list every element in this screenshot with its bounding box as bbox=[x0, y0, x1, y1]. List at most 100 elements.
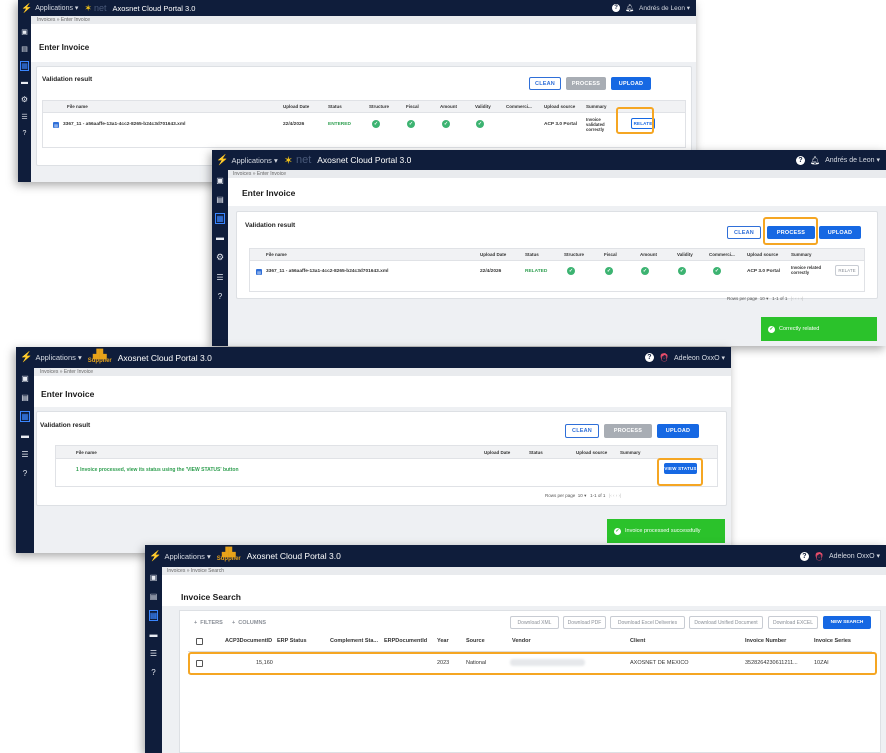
download-pdf-button[interactable]: Download PDF bbox=[563, 616, 606, 629]
row-highlight bbox=[188, 652, 877, 675]
help-circle-icon[interactable]: ? bbox=[218, 292, 222, 301]
download-xml-button[interactable]: Download XML bbox=[510, 616, 559, 629]
col-commercial: Commerci... bbox=[709, 252, 735, 257]
process-button[interactable]: PROCESS bbox=[604, 424, 652, 438]
payments-icon[interactable]: ▬ bbox=[150, 630, 158, 639]
dashboard-icon[interactable]: ▣ bbox=[21, 374, 29, 383]
documents-icon[interactable]: ▤ bbox=[150, 592, 158, 601]
upload-button[interactable]: UPLOAD bbox=[657, 424, 699, 438]
help-icon[interactable]: ? bbox=[799, 551, 809, 561]
cell-file-name[interactable]: 3367_11 - a56aaffe-13a1-4cc2-8265-b24c3d… bbox=[266, 269, 388, 274]
user-menu[interactable]: Andrés de Leon ▾ bbox=[639, 4, 690, 12]
page-title: Enter Invoice bbox=[242, 188, 296, 198]
relate-highlight bbox=[616, 107, 654, 134]
applications-menu[interactable]: Applications ▾ bbox=[35, 353, 81, 362]
columns-toggle[interactable]: + COLUMNS bbox=[232, 620, 266, 626]
user-avatar-icon[interactable]: 🧑︎ bbox=[814, 552, 824, 561]
relate-button-disabled[interactable]: RELATE bbox=[835, 265, 859, 276]
upload-button[interactable]: UPLOAD bbox=[611, 77, 651, 90]
upload-button[interactable]: UPLOAD bbox=[819, 226, 861, 239]
cell-upload-date: 22/4/2026 bbox=[480, 269, 502, 274]
invoices-icon[interactable]: ▦ bbox=[20, 61, 29, 71]
cell-file-name[interactable]: 3367_11 - a56aaffe-13a1-4cc2-8265-b24c3d… bbox=[63, 122, 185, 127]
process-highlight bbox=[763, 217, 818, 245]
col-commercial: Commerci... bbox=[506, 104, 532, 109]
invoices-icon[interactable]: ▦ bbox=[20, 411, 30, 422]
check-circle-icon: ✓ bbox=[614, 527, 621, 535]
user-menu[interactable]: Andrés de Leon ▾ bbox=[825, 156, 880, 164]
help-icon[interactable]: ? bbox=[612, 4, 621, 12]
col-summary: Summary bbox=[791, 252, 812, 257]
commercial-check-icon: ✓ bbox=[713, 267, 721, 275]
structure-check-icon: ✓ bbox=[372, 120, 380, 128]
download-unified-document-button[interactable]: Download Unified Document bbox=[689, 616, 763, 629]
col-structure: Structure bbox=[369, 104, 390, 109]
axosnet-logo: ✶ net bbox=[84, 2, 107, 14]
payments-icon[interactable]: ▬ bbox=[216, 233, 224, 242]
documents-icon[interactable]: ▤ bbox=[21, 45, 28, 53]
col-upload-date: Upload Date bbox=[484, 450, 511, 455]
new-search-button[interactable]: NEW SEARCH bbox=[823, 616, 871, 629]
reports-icon[interactable]: ☰ bbox=[21, 113, 27, 121]
rows-per-page-select[interactable]: 10 bbox=[578, 493, 583, 498]
applications-menu[interactable]: Applications ▾ bbox=[231, 156, 277, 165]
help-icon[interactable]: ? bbox=[795, 155, 805, 165]
fiscal-check-icon: ✓ bbox=[605, 267, 613, 275]
xml-file-icon: ▤ bbox=[53, 122, 59, 128]
col-file-name: File name bbox=[67, 104, 88, 109]
help-circle-icon[interactable]: ? bbox=[151, 668, 155, 677]
user-menu[interactable]: Adeleon OxxO ▾ bbox=[674, 354, 725, 362]
filters-toggle[interactable]: + FILTERS bbox=[194, 620, 223, 626]
col-year: Year bbox=[437, 638, 449, 644]
applications-menu[interactable]: Applications ▾ bbox=[35, 4, 78, 12]
bell-icon[interactable]: 🔔︎ bbox=[810, 156, 820, 165]
help-circle-icon[interactable]: ? bbox=[23, 130, 27, 137]
validity-check-icon: ✓ bbox=[678, 267, 686, 275]
reports-icon[interactable]: ☰ bbox=[150, 649, 157, 658]
download-excel-button[interactable]: Download EXCEL bbox=[768, 616, 818, 629]
dashboard-icon[interactable]: ▣ bbox=[216, 176, 224, 185]
user-area: ? 🧑︎ Adeleon OxxO ▾ bbox=[799, 551, 886, 561]
process-button[interactable]: PROCESS bbox=[566, 77, 606, 90]
clean-button[interactable]: CLEAN bbox=[727, 226, 761, 239]
clean-button[interactable]: CLEAN bbox=[529, 77, 561, 90]
user-avatar-icon[interactable]: 🧑︎ bbox=[659, 353, 669, 362]
payments-icon[interactable]: ▬ bbox=[21, 79, 28, 86]
user-area: ? 🧑︎ Adeleon OxxO ▾ bbox=[644, 353, 731, 362]
search-results-card: + FILTERS + COLUMNS Download XML Downloa… bbox=[179, 610, 881, 753]
col-fiscal: Fiscal bbox=[406, 104, 419, 109]
top-navbar: ⚡ Applications ▾ ▟▙ Supplier Axosnet Clou… bbox=[145, 545, 886, 567]
table-header: File name Upload Date Status Upload sour… bbox=[56, 446, 717, 459]
rows-per-page-select[interactable]: 10 bbox=[760, 296, 765, 301]
sidebar: ▣ ▤ ▦ ▬ ⚙ ☰ ? bbox=[212, 170, 228, 346]
reports-icon[interactable]: ☰ bbox=[216, 273, 223, 282]
col-status: Status bbox=[529, 450, 543, 455]
col-upload-date: Upload Date bbox=[283, 104, 310, 109]
sidebar: ▣ ▤ ▦ ▬ ☰ ? bbox=[145, 567, 162, 753]
col-amount: Amount bbox=[440, 104, 457, 109]
dashboard-icon[interactable]: ▣ bbox=[150, 573, 158, 582]
toast-message: Correctly related bbox=[779, 326, 820, 332]
reports-icon[interactable]: ☰ bbox=[21, 450, 28, 459]
invoices-icon[interactable]: ▦ bbox=[148, 610, 159, 621]
invoices-icon[interactable]: ▦ bbox=[215, 213, 225, 224]
help-circle-icon[interactable]: ? bbox=[23, 469, 27, 478]
user-menu[interactable]: Adeleon OxxO ▾ bbox=[829, 552, 880, 560]
download-excel-deliveries-button[interactable]: Download Excel Deliveries bbox=[610, 616, 685, 629]
section-title: Validation result bbox=[40, 422, 91, 429]
dashboard-icon[interactable]: ▣ bbox=[21, 28, 28, 36]
clean-button[interactable]: CLEAN bbox=[565, 424, 599, 438]
select-all-checkbox[interactable] bbox=[196, 638, 203, 645]
documents-icon[interactable]: ▤ bbox=[216, 195, 224, 204]
payments-icon[interactable]: ▬ bbox=[21, 431, 29, 440]
documents-icon[interactable]: ▤ bbox=[21, 393, 29, 402]
bell-icon[interactable]: 🔔︎ bbox=[625, 4, 634, 12]
applications-menu[interactable]: Applications ▾ bbox=[164, 552, 210, 561]
help-icon[interactable]: ? bbox=[644, 353, 654, 362]
top-navbar: ⚡ Applications ▾ ✶ net Axosnet Cloud Port… bbox=[18, 0, 696, 16]
cell-upload-date: 22/4/2026 bbox=[283, 122, 305, 127]
screenshot-processed: ⚡ Applications ▾ ▟▙ Supplier Axosnet Clou… bbox=[16, 347, 731, 553]
settings-gear-icon[interactable]: ⚙ bbox=[21, 95, 28, 104]
settings-gear-icon[interactable]: ⚙ bbox=[216, 252, 224, 263]
col-validity: Validity bbox=[677, 252, 693, 257]
